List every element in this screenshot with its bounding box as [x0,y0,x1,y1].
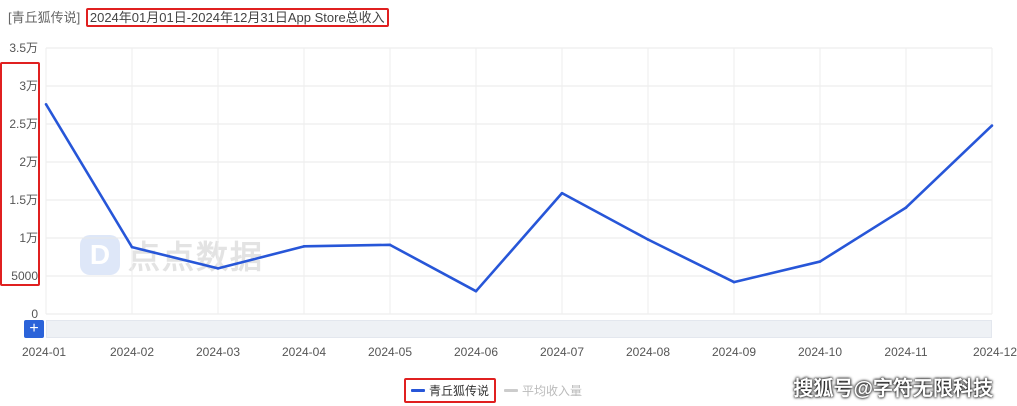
legend-swatch [504,389,519,392]
y-tick-label: 3万 [19,79,38,93]
x-tick-label: 2024-05 [368,345,412,359]
x-tick-label: 2024-10 [798,345,842,359]
x-tick-label: 2024-06 [454,345,498,359]
data-point [646,238,650,241]
data-point [388,243,392,247]
zoom-slider-track[interactable] [46,320,992,338]
x-tick-label: 2024-07 [540,345,584,359]
y-tick-label: 5000 [11,269,38,283]
legend: 青丘狐传说 平均收入量 [404,378,582,403]
series-line [44,103,993,293]
x-tick-label: 2024-01 [22,345,66,359]
data-point [44,102,48,106]
legend-item-series[interactable]: 青丘狐传说 [404,378,497,403]
legend-item-average[interactable]: 平均收入量 [504,382,582,399]
x-tick-label: 2024-09 [712,345,756,359]
legend-label: 青丘狐传说 [429,384,490,398]
data-point [130,245,134,249]
x-tick-label: 2024-12 [973,345,1017,359]
data-point [990,124,994,127]
data-point [216,267,220,270]
source-credit: 搜狐号@字符无限科技 [793,378,993,400]
y-tick-label: 1.5万 [9,193,38,207]
x-tick-label: 2024-04 [282,345,326,359]
y-tick-label: 2万 [19,155,38,169]
x-tick-label: 2024-02 [110,345,154,359]
data-point [302,245,306,248]
data-point [818,260,822,263]
x-tick-label: 2024-11 [884,345,927,359]
y-tick-label: 3.5万 [9,41,38,55]
line-chart: 0 5000 1万 1.5万 2万 2.5万 3万 3.5万 2024-01 2024-02 202… [9,41,1017,359]
data-point [732,280,736,284]
zoom-expand-button[interactable]: + [24,320,44,338]
data-point [904,206,908,209]
legend-label: 平均收入量 [522,384,583,398]
y-tick-label: 0 [31,307,38,321]
x-tick-label: 2024-08 [626,345,670,359]
y-tick-label: 1万 [19,231,38,245]
data-point [560,191,564,195]
x-tick-label: 2024-03 [196,345,240,359]
y-tick-label: 2.5万 [9,117,38,131]
legend-swatch [411,389,425,392]
data-point [474,289,478,293]
